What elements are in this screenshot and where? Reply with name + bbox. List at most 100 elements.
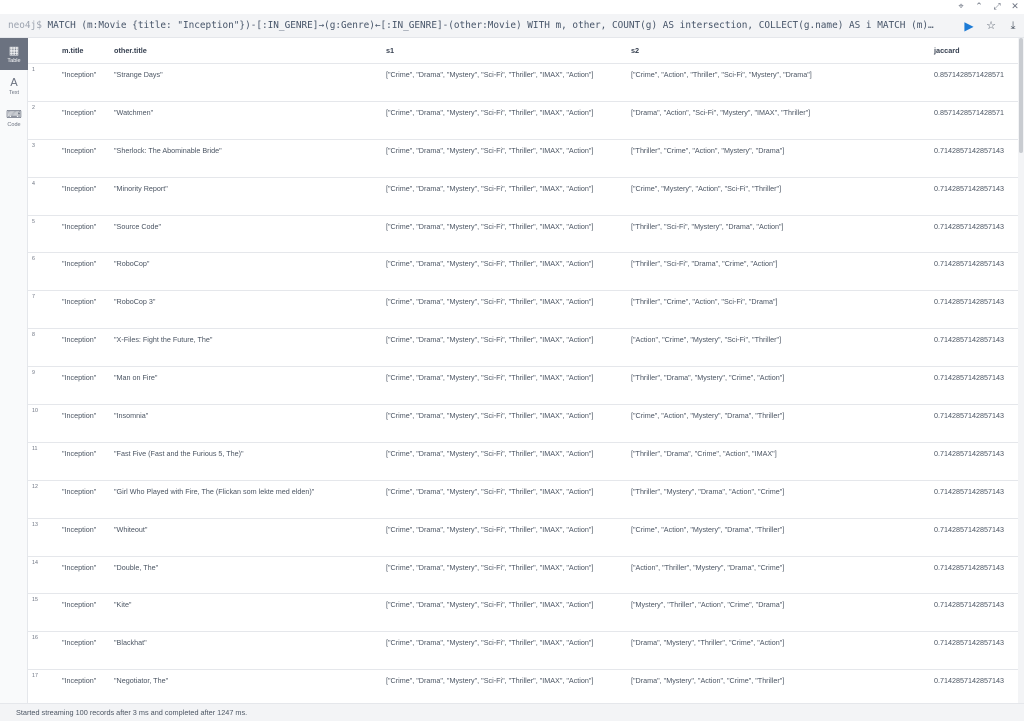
view-text-button[interactable]: A Text xyxy=(0,70,28,102)
table-row: 1 "Inception" "Strange Days" ["Crime", "Dra… xyxy=(28,64,1018,102)
cell-m-title: "Inception" xyxy=(62,600,97,610)
cell-jaccard: 0.7142857142857143 xyxy=(934,448,1004,458)
cell-m-title: "Inception" xyxy=(62,107,97,117)
table-icon: ▦ xyxy=(8,43,20,57)
cell-jaccard: 0.8571428571428571 xyxy=(934,107,1004,117)
table-header: m.title other.title s1 s2 jaccard xyxy=(28,38,1018,64)
table-row: 15 "Inception" "Kite" ["Crime", "Drama", "M… xyxy=(28,594,1018,633)
cell-m-title: "Inception" xyxy=(62,183,97,193)
cell-other-title: "Insomnia" xyxy=(114,411,149,421)
cell-m-title: "Inception" xyxy=(62,297,97,307)
table-row: 9 "Inception" "Man on Fire" ["Crime", "Dram… xyxy=(28,367,1018,406)
scrollbar-thumb[interactable] xyxy=(1019,38,1023,153)
row-index: 12 xyxy=(32,483,38,490)
row-index: 13 xyxy=(32,521,38,528)
table-row: 2 "Inception" "Watchmen" ["Crime", "Drama",… xyxy=(28,102,1018,140)
column-header-other-title: other.title xyxy=(114,46,147,55)
run-button[interactable]: ▶ xyxy=(958,14,980,38)
cell-jaccard: 0.7142857142857143 xyxy=(934,145,1004,155)
results-table: m.title other.title s1 s2 jaccard 1 "Ince… xyxy=(28,38,1018,703)
download-button[interactable]: ⤓ xyxy=(1002,14,1024,38)
cell-s1: ["Crime", "Drama", "Mystery", "Sci-Fi", … xyxy=(386,70,594,79)
fullscreen-icon[interactable]: ⤢ xyxy=(988,0,1006,14)
close-icon[interactable]: ✕ xyxy=(1006,0,1024,14)
cell-jaccard: 0.7142857142857143 xyxy=(934,221,1004,231)
table-row: 13 "Inception" "Whiteout" ["Crime", "Drama"… xyxy=(28,519,1018,557)
cell-s2: ["Thriller", "Crime", "Action", "Mystery… xyxy=(631,145,785,155)
cell-s2: ["Drama", "Mystery", "Thriller", "Crime"… xyxy=(631,638,785,648)
table-row: 4 "Inception" "Minority Report" ["Crime", "… xyxy=(28,178,1018,216)
table-row: 7 "Inception" "RoboCop 3" ["Crime", "Drama"… xyxy=(28,291,1018,330)
code-icon: ⌨ xyxy=(6,107,22,121)
cell-jaccard: 0.7142857142857143 xyxy=(934,524,1004,534)
pin-icon[interactable]: ⌖ xyxy=(952,0,970,14)
cell-jaccard: 0.7142857142857143 xyxy=(934,183,1004,193)
table-row: 8 "Inception" "X-Files: Fight the Future, … xyxy=(28,329,1018,368)
column-header-jaccard: jaccard xyxy=(934,46,960,55)
cell-s2: ["Mystery", "Thriller", "Action", "Crime… xyxy=(631,600,785,610)
cell-other-title: "Sherlock: The Abominable Bride" xyxy=(114,145,222,155)
cell-other-title: "RoboCop 3" xyxy=(114,297,156,307)
cell-jaccard: 0.8571428571428571 xyxy=(934,70,1004,79)
view-code-button[interactable]: ⌨ Code xyxy=(0,102,28,134)
neo4j-browser-frame: ⌖ ⌃ ⤢ ✕ neo4j$ MATCH (m:Movie {title: "I… xyxy=(0,0,1024,721)
cell-s1: ["Crime", "Drama", "Mystery", "Sci-Fi", … xyxy=(386,373,594,383)
cell-m-title: "Inception" xyxy=(62,524,97,534)
row-index: 2 xyxy=(32,104,35,111)
cell-jaccard: 0.7142857142857143 xyxy=(934,638,1004,648)
table-row: 12 "Inception" "Girl Who Played with Fire,… xyxy=(28,481,1018,519)
cell-other-title: "Strange Days" xyxy=(114,70,163,79)
cell-s1: ["Crime", "Drama", "Mystery", "Sci-Fi", … xyxy=(386,638,594,648)
cell-other-title: "Double, The" xyxy=(114,562,159,572)
query-editor[interactable]: neo4j$ MATCH (m:Movie {title: "Inception… xyxy=(0,20,958,31)
table-row: 3 "Inception" "Sherlock: The Abominable Br… xyxy=(28,140,1018,178)
row-index: 17 xyxy=(32,673,38,680)
cell-other-title: "Fast Five (Fast and the Furious 5, The)… xyxy=(114,448,244,458)
cell-s1: ["Crime", "Drama", "Mystery", "Sci-Fi", … xyxy=(386,259,594,269)
cell-s1: ["Crime", "Drama", "Mystery", "Sci-Fi", … xyxy=(386,221,594,231)
cell-m-title: "Inception" xyxy=(62,448,97,458)
cell-s2: ["Thriller", "Sci-Fi", "Drama", "Crime",… xyxy=(631,259,778,269)
view-table-button[interactable]: ▦ Table xyxy=(0,38,28,70)
cell-s1: ["Crime", "Drama", "Mystery", "Sci-Fi", … xyxy=(386,676,594,686)
cell-m-title: "Inception" xyxy=(62,70,97,79)
cell-other-title: "X-Files: Fight the Future, The" xyxy=(114,335,213,345)
cell-other-title: "Girl Who Played with Fire, The (Flickan… xyxy=(114,486,315,496)
query-prompt: neo4j$ xyxy=(8,20,42,31)
cell-m-title: "Inception" xyxy=(62,335,97,345)
table-row: 10 "Inception" "Insomnia" ["Crime", "Drama"… xyxy=(28,405,1018,443)
view-table-label: Table xyxy=(7,57,21,64)
table-row: 11 "Inception" "Fast Five (Fast and the Fu… xyxy=(28,443,1018,481)
view-sidebar: ▦ Table A Text ⌨ Code xyxy=(0,38,28,703)
favorite-button[interactable]: ☆ xyxy=(980,14,1002,38)
cell-jaccard: 0.7142857142857143 xyxy=(934,297,1004,307)
table-body: 1 "Inception" "Strange Days" ["Crime", "Dra… xyxy=(28,64,1018,703)
cell-s2: ["Action", "Crime", "Mystery", "Sci-Fi",… xyxy=(631,335,782,345)
cell-s2: ["Thriller", "Drama", "Mystery", "Crime"… xyxy=(631,373,785,383)
cell-m-title: "Inception" xyxy=(62,676,97,686)
row-index: 7 xyxy=(32,294,35,301)
cell-s1: ["Crime", "Drama", "Mystery", "Sci-Fi", … xyxy=(386,486,594,496)
cell-other-title: "Man on Fire" xyxy=(114,373,158,383)
collapse-icon[interactable]: ⌃ xyxy=(970,0,988,14)
cell-other-title: "RoboCop" xyxy=(114,259,150,269)
cell-m-title: "Inception" xyxy=(62,221,97,231)
cell-s1: ["Crime", "Drama", "Mystery", "Sci-Fi", … xyxy=(386,600,594,610)
cell-s2: ["Crime", "Action", "Thriller", "Sci-Fi"… xyxy=(631,70,812,79)
cell-s1: ["Crime", "Drama", "Mystery", "Sci-Fi", … xyxy=(386,145,594,155)
cell-s2: ["Thriller", "Mystery", "Drama", "Action… xyxy=(631,486,785,496)
cell-m-title: "Inception" xyxy=(62,562,97,572)
column-header-s1: s1 xyxy=(386,46,395,55)
cell-other-title: "Kite" xyxy=(114,600,132,610)
cell-m-title: "Inception" xyxy=(62,411,97,421)
table-scrollbar[interactable] xyxy=(1018,38,1024,703)
row-index: 8 xyxy=(32,332,35,339)
table-row: 17 "Inception" "Negotiator, The" ["Crime", … xyxy=(28,670,1018,703)
cell-s2: ["Crime", "Mystery", "Action", "Sci-Fi",… xyxy=(631,183,782,193)
row-index: 9 xyxy=(32,370,35,377)
star-icon: ☆ xyxy=(986,19,996,32)
row-index: 3 xyxy=(32,142,35,149)
view-text-label: Text xyxy=(8,89,20,96)
cell-jaccard: 0.7142857142857143 xyxy=(934,676,1004,686)
view-code-label: Code xyxy=(7,121,21,128)
